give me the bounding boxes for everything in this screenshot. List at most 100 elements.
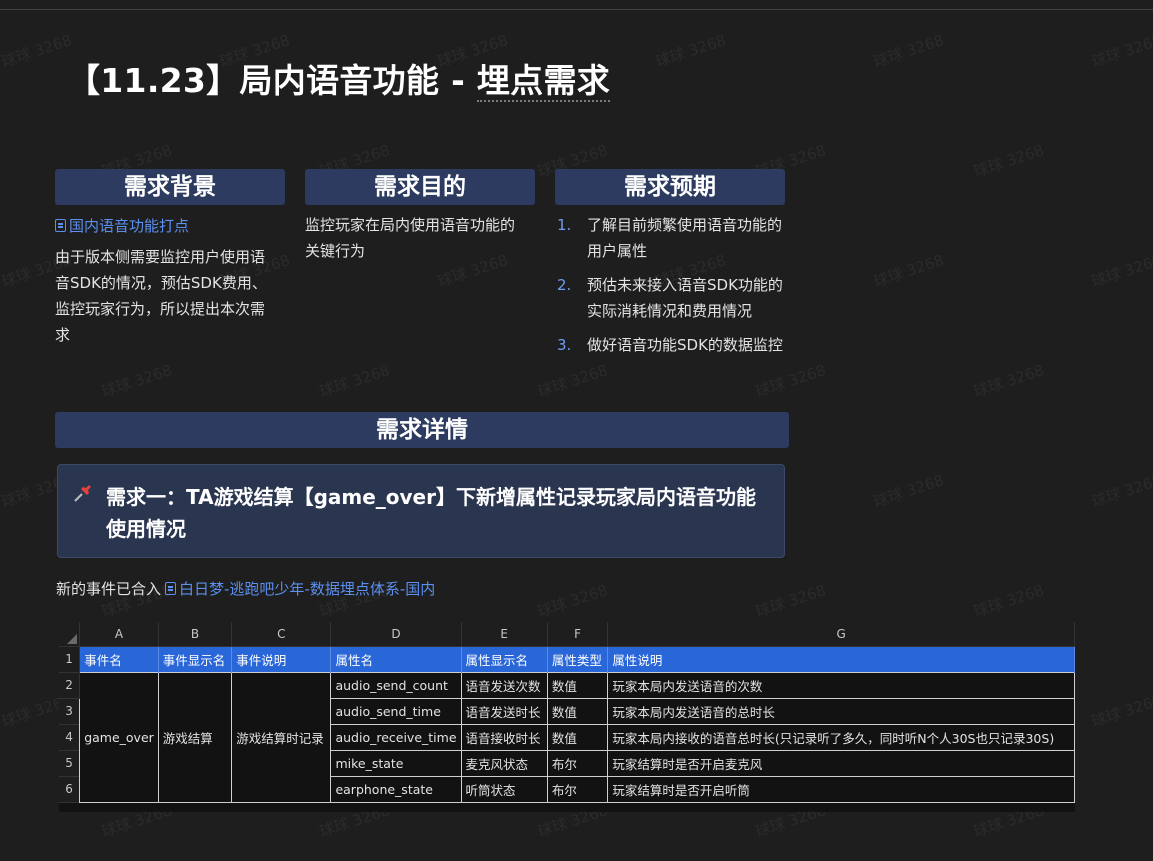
pushpin-icon — [72, 482, 106, 509]
requirement-callout: 需求一：TA游戏结算【game_over】下新增属性记录玩家局内语音功能使用情况 — [57, 464, 785, 558]
watermark-text: 球球 3268 — [971, 361, 1047, 401]
expectation-heading: 需求预期 — [555, 169, 785, 205]
header-cell[interactable]: 事件显示名 — [158, 646, 233, 672]
watermark-text: 球球 3268 — [871, 251, 947, 291]
pushpin-icon-svg — [74, 485, 91, 502]
background-column: 需求背景 国内语音功能打点 由于版本侧需要监控用户使用语音SDK的情况，预估SD… — [55, 169, 285, 348]
row-number[interactable]: 5 — [59, 750, 81, 777]
watermark-text: 球球 3268 — [535, 361, 611, 401]
attr-type-cell[interactable]: 数值 — [546, 697, 609, 725]
attr-display-cell[interactable]: 听筒状态 — [460, 775, 548, 803]
table-header-row: 1 事件名 事件显示名 事件说明 属性名 属性显示名 属性类型 属性说明 — [59, 646, 1075, 673]
watermark-text: 球球 3268 — [1089, 471, 1153, 511]
embedded-spreadsheet[interactable]: A B C D E F G 1 事件名 事件显示名 事件说明 属性名 属性显示名… — [59, 622, 1075, 812]
event-desc-cell[interactable]: 游戏结算时记录 — [231, 671, 332, 803]
list-item-number: 1. — [557, 216, 572, 234]
watermark-text: 球球 3268 — [99, 361, 175, 401]
watermark-text: 球球 3268 — [1089, 691, 1153, 731]
expectation-list: 1. 了解目前频繁使用语音功能的用户属性 2. 预估未来接入语音SDK功能的实际… — [555, 212, 785, 358]
watermark-text: 球球 3268 — [1089, 251, 1153, 291]
header-cell[interactable]: 属性类型 — [547, 646, 609, 672]
merged-event-link[interactable]: 白日梦-逃跑吧少年-数据埋点体系-国内 — [165, 578, 435, 599]
attr-desc-cell[interactable]: 玩家结算时是否开启麦克风 — [607, 749, 1075, 777]
watermark-text: 球球 3268 — [971, 141, 1047, 181]
header-cell[interactable]: 事件名 — [79, 646, 159, 672]
background-doc-link[interactable]: 国内语音功能打点 — [55, 215, 285, 236]
document-icon — [165, 582, 177, 595]
attr-display-cell[interactable]: 语音发送时长 — [460, 697, 548, 725]
list-item-number: 3. — [557, 336, 572, 354]
attr-name-cell[interactable]: audio_send_time — [330, 697, 462, 725]
watermark-text: 球球 3268 — [971, 581, 1047, 621]
attr-type-cell[interactable]: 布尔 — [546, 775, 609, 803]
list-item-text: 了解目前频繁使用语音功能的用户属性 — [587, 216, 783, 260]
attr-display-cell[interactable]: 语音接收时长 — [460, 723, 548, 751]
background-heading: 需求背景 — [55, 169, 285, 205]
column-letter[interactable]: B — [158, 622, 233, 647]
document-icon — [55, 219, 66, 232]
column-letter[interactable]: F — [547, 622, 609, 647]
attr-type-cell[interactable]: 数值 — [546, 671, 609, 699]
purpose-paragraph: 监控玩家在局内使用语音功能的关键行为 — [305, 216, 516, 260]
row-number[interactable]: 1 — [59, 646, 81, 673]
page-title-prefix: 【11.23】局内语音功能 - — [67, 61, 477, 100]
merged-event-prefix: 新的事件已合入 — [56, 580, 162, 598]
list-item-text: 做好语音功能SDK的数据监控 — [587, 336, 783, 354]
attr-type-cell[interactable]: 布尔 — [546, 749, 609, 777]
row-number[interactable]: 6 — [59, 776, 81, 803]
attr-desc-cell[interactable]: 玩家结算时是否开启听筒 — [607, 775, 1075, 803]
table-row: 2 game_over 游戏结算 游戏结算时记录 audio_send_coun… — [59, 671, 1075, 803]
list-item: 2. 预估未来接入语音SDK功能的实际消耗情况和费用情况 — [555, 272, 785, 324]
watermark-text: 球球 3268 — [753, 581, 829, 621]
page-title-underlined: 埋点需求 — [476, 61, 611, 102]
column-letter[interactable]: A — [79, 622, 159, 647]
event-name-cell[interactable]: game_over — [79, 671, 159, 803]
list-item: 1. 了解目前频繁使用语音功能的用户属性 — [555, 212, 785, 264]
column-letter[interactable]: G — [607, 622, 1075, 647]
watermark-text: 球球 3268 — [753, 361, 829, 401]
attr-name-cell[interactable]: mike_state — [330, 749, 462, 777]
row-number[interactable]: 2 — [59, 672, 81, 699]
attr-name-cell[interactable]: earphone_state — [330, 775, 462, 803]
purpose-column: 需求目的 监控玩家在局内使用语音功能的关键行为 — [305, 169, 535, 264]
watermark-text: 球球 3268 — [653, 31, 729, 71]
column-letter[interactable]: E — [461, 622, 548, 647]
watermark-text: 球球 3268 — [317, 361, 393, 401]
background-paragraph: 由于版本侧需要监控用户使用语音SDK的情况，预估SDK费用、监控玩家行为，所以提… — [55, 248, 267, 344]
watermark-text: 球球 3268 — [871, 31, 947, 71]
requirement-callout-text: 需求一：TA游戏结算【game_over】下新增属性记录玩家局内语音功能使用情况 — [106, 485, 756, 541]
row-number[interactable]: 3 — [59, 698, 81, 725]
background-doc-link-text: 国内语音功能打点 — [69, 217, 190, 235]
header-cell[interactable]: 事件说明 — [231, 646, 332, 672]
attr-type-cell[interactable]: 数值 — [546, 723, 609, 751]
attr-desc-cell[interactable]: 玩家本局内发送语音的次数 — [607, 671, 1075, 699]
header-cell[interactable]: 属性显示名 — [461, 646, 548, 672]
list-item-text: 预估未来接入语音SDK功能的实际消耗情况和费用情况 — [587, 276, 783, 320]
header-cell[interactable]: 属性说明 — [607, 646, 1075, 672]
purpose-heading: 需求目的 — [305, 169, 535, 205]
attr-display-cell[interactable]: 麦克风状态 — [460, 749, 548, 777]
page-title: 【11.23】局内语音功能 - 埋点需求 — [67, 54, 611, 102]
attr-name-cell[interactable]: audio_send_count — [330, 671, 462, 699]
column-letter[interactable]: D — [330, 622, 462, 647]
details-heading: 需求详情 — [55, 412, 789, 448]
expectation-column: 需求预期 1. 了解目前频繁使用语音功能的用户属性 2. 预估未来接入语音SDK… — [555, 169, 785, 358]
list-item: 3. 做好语音功能SDK的数据监控 — [555, 332, 785, 358]
select-all-corner[interactable] — [59, 622, 81, 647]
column-header-row: A B C D E F G — [59, 622, 1075, 647]
attr-name-cell[interactable]: audio_receive_time — [330, 723, 462, 751]
watermark-text: 球球 3268 — [535, 581, 611, 621]
watermark-text: 球球 3268 — [1089, 31, 1153, 71]
header-cell[interactable]: 属性名 — [330, 646, 462, 672]
watermark-text: 球球 3268 — [0, 31, 75, 71]
event-display-cell[interactable]: 游戏结算 — [157, 671, 233, 803]
column-letter[interactable]: C — [231, 622, 332, 647]
watermark-text: 球球 3268 — [871, 471, 947, 511]
attr-display-cell[interactable]: 语音发送次数 — [460, 671, 548, 699]
row-number[interactable]: 4 — [59, 724, 81, 751]
top-divider — [0, 9, 1153, 10]
attr-desc-cell[interactable]: 玩家本局内接收的语音总时长(只记录听了多久，同时听N个人30S也只记录30S) — [607, 723, 1075, 751]
merged-event-line: 新的事件已合入 白日梦-逃跑吧少年-数据埋点体系-国内 — [56, 578, 435, 599]
spreadsheet-table: A B C D E F G 1 事件名 事件显示名 事件说明 属性名 属性显示名… — [59, 622, 1075, 803]
attr-desc-cell[interactable]: 玩家本局内发送语音的总时长 — [607, 697, 1075, 725]
